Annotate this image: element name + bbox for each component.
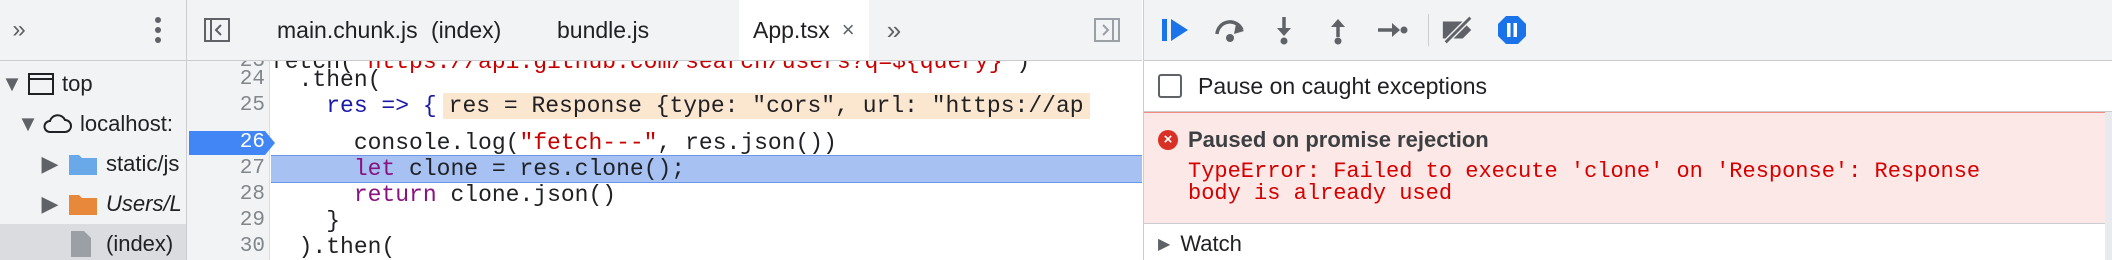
pause-on-exceptions-icon[interactable] bbox=[1494, 12, 1530, 48]
pause-on-caught-checkbox[interactable] bbox=[1158, 74, 1182, 98]
tree-label: static/js bbox=[106, 151, 180, 176]
tab-label: App.tsx bbox=[753, 16, 830, 43]
step-icon[interactable] bbox=[1374, 12, 1410, 48]
tree-item-localhost[interactable]: ▼ localhost: bbox=[0, 104, 186, 144]
line-number[interactable]: 27 bbox=[187, 156, 265, 182]
deactivate-breakpoints-icon[interactable] bbox=[1440, 12, 1476, 48]
expand-arrow-icon[interactable]: ▼ bbox=[1, 71, 23, 97]
more-tabs-icon[interactable]: » bbox=[879, 14, 909, 46]
code-keyword: return bbox=[353, 182, 437, 208]
code-line-26: console.log("fetch---", res.json()) bbox=[271, 130, 1142, 156]
code-text: } bbox=[271, 208, 341, 234]
frame-icon bbox=[28, 73, 54, 95]
tab-label: bundle.js bbox=[557, 16, 650, 43]
code-keyword: let bbox=[353, 156, 396, 182]
code-line-27-current: let clone = res.clone(); bbox=[271, 155, 1142, 183]
paused-status-panel: × Paused on promise rejection TypeError:… bbox=[1144, 112, 2112, 224]
debugger-toolbar bbox=[1144, 0, 2112, 61]
error-icon: × bbox=[1158, 130, 1178, 150]
tree-label: (index) bbox=[106, 231, 174, 256]
code-line-25: res => {res = Response {type: "cors", ur… bbox=[271, 93, 1142, 119]
scrollbar[interactable] bbox=[2105, 112, 2112, 260]
collapsed-arrow-icon[interactable]: ▶ bbox=[1158, 234, 1170, 254]
line-number[interactable]: 29 bbox=[187, 208, 265, 234]
paused-error-message: TypeError: Failed to execute 'clone' on … bbox=[1188, 159, 1981, 206]
line-number[interactable]: 26 bbox=[187, 130, 265, 156]
inline-value-preview[interactable]: res = Response {type: "cors", url: "http… bbox=[442, 93, 1090, 119]
editor-tab-bar: main.chunk.js (index) bundle.js App.tsx … bbox=[187, 0, 1142, 61]
navigator-pane: » ▼ top ▼ localhost: ▶ static/js ▶ Users… bbox=[0, 0, 187, 260]
code-line-24: .then( bbox=[271, 67, 1142, 93]
code-text: console.log( bbox=[271, 130, 520, 156]
code-line-29: } bbox=[271, 208, 1142, 234]
code-string: "fetch---" bbox=[519, 130, 658, 156]
code-text: clone = res.clone(); bbox=[395, 156, 686, 182]
tree-item-users[interactable]: ▶ Users/L bbox=[0, 184, 186, 224]
paused-title: Paused on promise rejection bbox=[1188, 127, 1489, 152]
tab-main-chunk[interactable]: main.chunk.js bbox=[263, 0, 432, 60]
line-number[interactable]: 24 bbox=[187, 67, 265, 93]
code-line-28: return clone.json() bbox=[271, 182, 1142, 208]
watch-section-header[interactable]: ▶ Watch bbox=[1144, 223, 2112, 260]
pause-on-caught-exceptions-row[interactable]: Pause on caught exceptions bbox=[1144, 61, 2112, 112]
code-text: clone.json() bbox=[436, 182, 617, 208]
toggle-navigator-icon[interactable] bbox=[203, 16, 231, 44]
tree-item-static-js[interactable]: ▶ static/js bbox=[0, 144, 186, 184]
step-out-icon[interactable] bbox=[1320, 12, 1356, 48]
code-text: .then( bbox=[271, 67, 382, 93]
line-number[interactable]: 28 bbox=[187, 182, 265, 208]
tab-bundle[interactable]: bundle.js bbox=[543, 0, 663, 60]
tab-index[interactable]: (index) bbox=[417, 0, 515, 60]
code-line-30: ).then( bbox=[271, 234, 1142, 260]
code-editor[interactable]: 23 24 25 26 27 28 29 30 fetch(`https://a… bbox=[187, 61, 1142, 260]
tree-item-top[interactable]: ▼ top bbox=[0, 64, 186, 104]
code-text: ).then( bbox=[271, 234, 396, 260]
collapsed-arrow-icon[interactable]: ▶ bbox=[40, 191, 60, 217]
line-number[interactable]: 25 bbox=[187, 93, 265, 119]
line-number[interactable]: 30 bbox=[187, 234, 265, 260]
more-tabs-icon[interactable]: » bbox=[4, 14, 34, 46]
line-number-gutter[interactable]: 23 24 25 26 27 28 29 30 bbox=[187, 61, 275, 260]
collapsed-arrow-icon[interactable]: ▶ bbox=[40, 151, 60, 177]
folder-icon bbox=[68, 152, 98, 176]
file-icon bbox=[70, 230, 92, 258]
close-tab-icon[interactable]: × bbox=[842, 17, 855, 43]
toggle-debugger-icon[interactable] bbox=[1093, 16, 1121, 44]
resume-icon[interactable] bbox=[1158, 12, 1194, 48]
tree-label: localhost: bbox=[80, 111, 173, 136]
tree-item-index[interactable]: (index) bbox=[0, 224, 186, 260]
tree-label: Users/L bbox=[106, 191, 182, 216]
toolbar-divider bbox=[1428, 14, 1429, 46]
step-over-icon[interactable] bbox=[1212, 12, 1248, 48]
code-text: , res.json()) bbox=[657, 130, 837, 156]
pause-on-caught-label: Pause on caught exceptions bbox=[1198, 72, 1487, 99]
folder-icon bbox=[68, 192, 98, 216]
debugger-pane: Pause on caught exceptions × Paused on p… bbox=[1143, 0, 2112, 260]
tab-app-tsx[interactable]: App.tsx × bbox=[739, 0, 869, 60]
expand-arrow-icon[interactable]: ▼ bbox=[17, 111, 39, 137]
step-into-icon[interactable] bbox=[1266, 12, 1302, 48]
tab-label: (index) bbox=[431, 16, 502, 43]
cloud-icon bbox=[42, 114, 72, 134]
kebab-menu-icon[interactable] bbox=[146, 14, 170, 46]
tab-label: main.chunk.js bbox=[277, 16, 418, 43]
tree-label: top bbox=[62, 71, 93, 96]
code-text: res => { bbox=[271, 93, 437, 119]
watch-label: Watch bbox=[1180, 231, 1242, 256]
navigator-toolbar: » bbox=[0, 0, 186, 61]
